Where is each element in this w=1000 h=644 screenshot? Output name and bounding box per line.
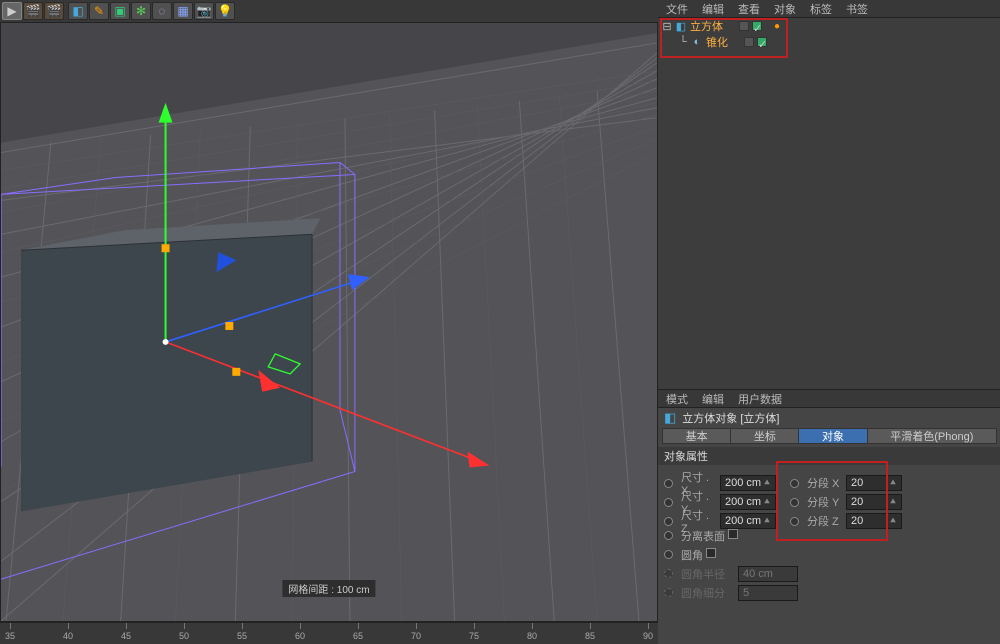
ruler-tick-label: 60 (295, 631, 305, 641)
tab-object[interactable]: 对象 (798, 428, 867, 444)
attr-rows: 尺寸 . X 200 cm⯅ 分段 X 20⯅ 尺寸 . Y 200 cm⯅ 分… (658, 465, 1000, 606)
cube-icon: ◧ (675, 20, 687, 32)
attr-section-header: 对象属性 (658, 447, 1000, 465)
anim-dot[interactable] (664, 531, 673, 540)
visibility-dot[interactable]: ✓ (752, 21, 762, 31)
tab-basic[interactable]: 基本 (662, 428, 731, 444)
label-fillet-radius: 圆角半径 (681, 566, 735, 582)
timeline-ruler[interactable]: 35 40 45 50 55 60 65 70 75 80 85 90 (0, 622, 658, 644)
tab-coord[interactable]: 坐标 (730, 428, 799, 444)
ruler-tick-label: 90 (643, 631, 653, 641)
tree-item-taper[interactable]: └ ◐ 锥化 ✓ (658, 34, 1000, 50)
attr-tabs: 基本 坐标 对象 平滑着色(Phong) (658, 428, 1000, 446)
obj-menu-object[interactable]: 对象 (774, 1, 796, 17)
anim-dot[interactable] (664, 479, 673, 488)
ruler-tick-label: 85 (585, 631, 595, 641)
input-seg-y[interactable]: 20⯅ (846, 494, 902, 510)
tool-clap2[interactable]: 🎬 (44, 2, 64, 20)
tool-fillet[interactable]: ▣ (110, 2, 130, 20)
obj-menu-edit[interactable]: 编辑 (702, 1, 724, 17)
label-seg-x: 分段 X (807, 475, 843, 491)
ruler-tick-label: 55 (237, 631, 247, 641)
obj-menu-view[interactable]: 查看 (738, 1, 760, 17)
layer-dot[interactable] (739, 21, 749, 31)
tool-pen[interactable]: ✎ (89, 2, 109, 20)
tool-clap1[interactable]: 🎬 (23, 2, 43, 20)
ruler-tick-label: 65 (353, 631, 363, 641)
tree-branch-icon: └ (678, 36, 688, 48)
ruler-tick-label: 75 (469, 631, 479, 641)
tool-record[interactable]: ▶ (2, 2, 22, 20)
ruler-tick-label: 40 (63, 631, 73, 641)
label-seg-z: 分段 Z (807, 513, 843, 529)
visibility-dot[interactable]: ✓ (757, 37, 767, 47)
phong-tag-icon[interactable]: ● (774, 21, 780, 32)
anim-dot (664, 569, 673, 578)
obj-menu-bookmarks[interactable]: 书签 (846, 1, 868, 17)
ruler-tick-label: 35 (5, 631, 15, 641)
attr-menu-mode[interactable]: 模式 (666, 391, 688, 407)
attr-menu-userdata[interactable]: 用户数据 (738, 391, 782, 407)
attr-title-text: 立方体对象 [立方体] (682, 410, 779, 426)
tool-group-1: ▶ 🎬 🎬 (2, 2, 65, 20)
input-size-y[interactable]: 200 cm⯅ (720, 494, 776, 510)
tool-group-2: ◧ ✎ ▣ ✻ ◌ ▦ 📷 💡 (68, 2, 236, 20)
ruler-tick-label: 70 (411, 631, 421, 641)
anim-dot[interactable] (664, 517, 673, 526)
input-seg-x[interactable]: 20⯅ (846, 475, 902, 491)
input-size-z[interactable]: 200 cm⯅ (720, 513, 776, 529)
tree-item-cube[interactable]: ⊟ ◧ 立方体 ✓ ● (658, 18, 1000, 34)
anim-dot[interactable] (790, 517, 799, 526)
tool-cube[interactable]: ◧ (68, 2, 88, 20)
tool-camera[interactable]: 📷 (194, 2, 214, 20)
attribute-manager: 模式 编辑 用户数据 ◧ 立方体对象 [立方体] 基本 坐标 对象 平滑着色(P… (658, 389, 1000, 644)
label-fillet: 圆角 (681, 547, 703, 563)
cube-icon: ◧ (664, 410, 676, 426)
obj-menu-file[interactable]: 文件 (666, 1, 688, 17)
tree-item-label: 锥化 (706, 34, 728, 50)
ruler-tick-label: 80 (527, 631, 537, 641)
input-seg-z[interactable]: 20⯅ (846, 513, 902, 529)
anim-dot (664, 588, 673, 597)
tool-floor[interactable]: ▦ (173, 2, 193, 20)
object-tree[interactable]: ⊟ ◧ 立方体 ✓ ● └ ◐ 锥化 ✓ (658, 18, 1000, 388)
attr-row-separate: 分离表面 (664, 526, 994, 545)
label-separate: 分离表面 (681, 528, 725, 544)
checkbox-fillet[interactable] (706, 548, 716, 558)
tree-item-label: 立方体 (690, 18, 723, 34)
object-manager-menu: 文件 编辑 查看 对象 标签 书签 (658, 0, 1000, 18)
checkbox-separate[interactable] (728, 529, 738, 539)
anim-dot[interactable] (790, 498, 799, 507)
layer-dot[interactable] (744, 37, 754, 47)
tab-phong[interactable]: 平滑着色(Phong) (867, 428, 997, 444)
input-size-x[interactable]: 200 cm⯅ (720, 475, 776, 491)
attr-menu: 模式 编辑 用户数据 (658, 390, 1000, 408)
deformer-icon: ◐ (691, 36, 703, 48)
attr-menu-edit[interactable]: 编辑 (702, 391, 724, 407)
attr-row-size-x: 尺寸 . X 200 cm⯅ 分段 X 20⯅ (664, 469, 994, 488)
tool-light[interactable]: 💡 (215, 2, 235, 20)
expand-toggle[interactable]: ⊟ (662, 20, 672, 33)
anim-dot[interactable] (790, 479, 799, 488)
input-fillet-sub: 5 (738, 585, 798, 601)
label-seg-y: 分段 Y (807, 494, 843, 510)
tool-array[interactable]: ✻ (131, 2, 151, 20)
ruler-tick-label: 50 (179, 631, 189, 641)
tool-cloud[interactable]: ◌ (152, 2, 172, 20)
right-pane: 文件 编辑 查看 对象 标签 书签 ⊟ ◧ 立方体 ✓ ● └ ◐ 锥化 ✓ 模… (658, 0, 1000, 644)
grid-spacing-label: 网格间距 : 100 cm (282, 580, 375, 597)
anim-dot[interactable] (664, 550, 673, 559)
anim-dot[interactable] (664, 498, 673, 507)
viewport-perspective[interactable]: 网格间距 : 100 cm (0, 22, 658, 622)
attr-title: ◧ 立方体对象 [立方体] (658, 408, 1000, 428)
attr-row-fillet-radius: 圆角半径 40 cm (664, 564, 994, 583)
label-fillet-sub: 圆角细分 (681, 585, 735, 601)
input-fillet-radius: 40 cm (738, 566, 798, 582)
attr-row-fillet: 圆角 (664, 545, 994, 564)
ruler-tick-label: 45 (121, 631, 131, 641)
attr-row-fillet-sub: 圆角细分 5 (664, 583, 994, 602)
obj-menu-tags[interactable]: 标签 (810, 1, 832, 17)
